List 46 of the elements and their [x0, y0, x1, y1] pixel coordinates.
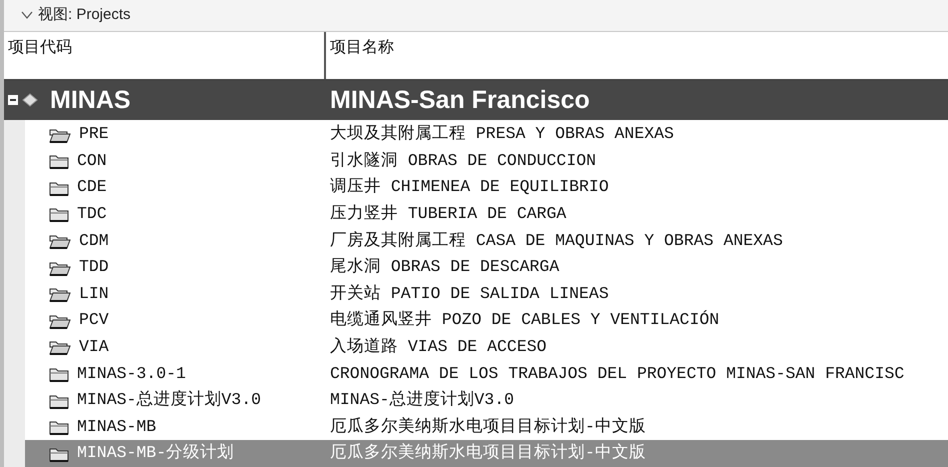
tree-row[interactable]: LIN 开关站 PATIO DE SALIDA LINEAS: [25, 280, 948, 308]
project-name: 尾水洞 OBRAS DE DESCARGA: [329, 256, 560, 278]
project-code: LIN: [79, 282, 109, 305]
view-label: 视图: Projects: [38, 5, 131, 26]
column-header[interactable]: 项目代码: [4, 32, 326, 79]
project-code: TDC: [77, 202, 107, 225]
project-name: CRONOGRAMA DE LOS TRABAJOS DEL PROYECTO MINAS-SAN FRANCISC: [329, 362, 904, 385]
project-code: PCV: [79, 309, 109, 332]
project-name: 厄瓜多尔美纳斯水电项目目标计划-中文版: [329, 416, 646, 438]
project-code: MINAS-总进度计划V3.0: [77, 389, 262, 412]
project-code: MINAS-MB: [77, 416, 156, 438]
tree-row[interactable]: CDM 厂房及其附属工程 CASA DE MAQUINAS Y OBRAS ANEXAS: [25, 228, 948, 254]
project-code: PRE: [79, 123, 109, 146]
diamond-icon: [22, 93, 38, 108]
collapse-icon[interactable]: [8, 95, 18, 106]
project-code: CDM: [79, 230, 109, 252]
project-name: 厂房及其附属工程 CASA DE MAQUINAS Y OBRAS ANEXAS: [329, 230, 783, 252]
tree-row[interactable]: MINAS-3.0-1 CRONOGRAMA DE LOS TRABAJOS DEL PROYECTO MINAS-SAN FRANCISC: [25, 360, 948, 388]
project-name: 电缆通风竖井 POZO DE CABLES Y VENTILACIÓN: [329, 309, 720, 332]
tree-row[interactable]: PRE 大坝及其附属工程 PRESA Y OBRAS ANEXAS: [25, 121, 948, 148]
project-code: CDE: [77, 176, 107, 198]
tree-row[interactable]: TDD 尾水洞 OBRAS DE DESCARGA: [25, 254, 948, 281]
tree-row[interactable]: PCV 电缆通风竖井 POZO DE CABLES Y VENTILACIÓN: [25, 307, 948, 334]
tree-row[interactable]: CDE 调压井 CHIMENEA DE EQUILIBRIO: [25, 174, 948, 202]
project-name: 压力竖井 TUBERIA DE CARGA: [329, 202, 566, 225]
group-name: MINAS-San Francisco: [329, 84, 590, 116]
project-code: VIA: [79, 336, 109, 358]
project-name: 开关站 PATIO DE SALIDA LINEAS: [329, 282, 609, 305]
column-header[interactable]: 项目名称: [326, 32, 948, 79]
project-name: 调压井 CHIMENEA DE EQUILIBRIO: [329, 176, 609, 198]
tree-row[interactable]: MINAS-总进度计划V3.0 MINAS-总进度计划V3.0: [25, 387, 948, 414]
project-code: CON: [77, 150, 107, 172]
project-name: 入场道路 VIAS DE ACCESO: [329, 336, 547, 358]
project-code: TDD: [79, 256, 109, 278]
group-code: MINAS: [50, 84, 131, 116]
group-row[interactable]: MINAS MINAS-San Francisco: [4, 80, 948, 120]
project-name: 大坝及其附属工程 PRESA Y OBRAS ANEXAS: [329, 123, 674, 146]
tree-row[interactable]: CON 引水隧洞 OBRAS DE CONDUCCION: [25, 148, 948, 174]
project-code: MINAS-3.0-1: [77, 362, 186, 385]
tree-row[interactable]: MINAS-MB 厄瓜多尔美纳斯水电项目目标计划-中文版: [25, 414, 948, 440]
tree-row[interactable]: TDC 压力竖井 TUBERIA DE CARGA: [25, 201, 948, 228]
project-code: MINAS-MB-分级计划: [77, 442, 234, 464]
project-name: 厄瓜多尔美纳斯水电项目目标计划-中文版: [329, 442, 646, 464]
tree-row[interactable]: VIA 入场道路 VIAS DE ACCESO: [25, 334, 948, 361]
project-name: MINAS-总进度计划V3.0: [329, 389, 514, 412]
project-name: 引水隧洞 OBRAS DE CONDUCCION: [329, 150, 596, 172]
